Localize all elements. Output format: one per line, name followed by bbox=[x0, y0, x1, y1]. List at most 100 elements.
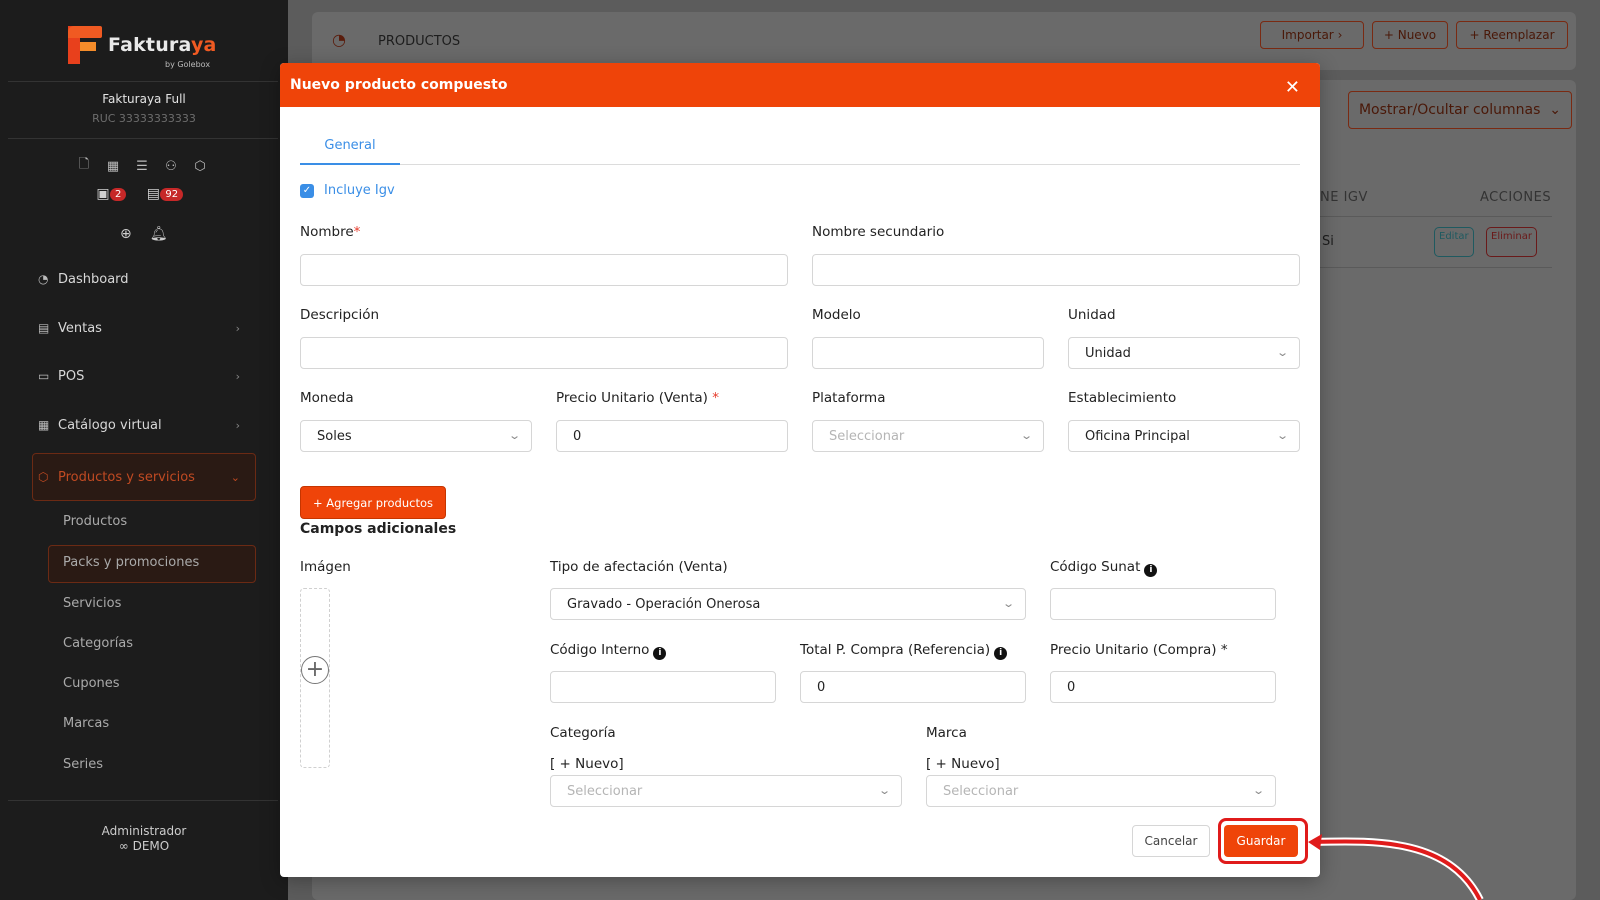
bell-icon[interactable]: 🔔︎ bbox=[150, 226, 168, 242]
sub-packs[interactable]: Packs y promociones bbox=[63, 555, 199, 570]
gauge-icon: ◔ bbox=[332, 30, 346, 49]
codigo-interno-label: Código Interno i bbox=[550, 642, 667, 660]
sub-marcas[interactable]: Marcas bbox=[63, 716, 109, 731]
chevron-down-icon: ⌄ bbox=[1251, 784, 1265, 797]
moneda-value: Soles bbox=[317, 428, 352, 444]
brand-sub: by Golebox bbox=[165, 60, 211, 69]
precio-compra-label: Precio Unitario (Compra) * bbox=[1050, 642, 1228, 658]
boxes-badge: 92 bbox=[160, 187, 184, 201]
categoria-select[interactable]: Seleccionar ⌄ bbox=[550, 775, 902, 807]
nav-label: Productos y servicios bbox=[58, 469, 195, 485]
boxes-alert[interactable]: ▤ 92 bbox=[144, 186, 184, 202]
sub-series[interactable]: Series bbox=[63, 757, 103, 772]
nav-productos-servicios[interactable]: ⬡ Productos y servicios ⌄ bbox=[38, 465, 248, 489]
nav-pos[interactable]: ▭ POS › bbox=[38, 364, 248, 388]
brand-logo[interactable]: Fakturaya bbox=[68, 26, 217, 64]
box-icon: ⬡ bbox=[38, 470, 49, 484]
gauge-icon: ◔ bbox=[38, 272, 49, 286]
precio-venta-input[interactable]: 0 bbox=[556, 420, 788, 452]
close-icon[interactable]: ✕ bbox=[1285, 79, 1300, 97]
sub-servicios[interactable]: Servicios bbox=[63, 596, 121, 611]
nav-catalogo[interactable]: ▦ Catálogo virtual › bbox=[38, 413, 248, 437]
chevron-down-icon: ⌄ bbox=[1275, 429, 1289, 442]
user-mode-label: DEMO bbox=[132, 839, 170, 853]
codigo-interno-input[interactable] bbox=[550, 671, 776, 703]
nombre-input[interactable] bbox=[300, 254, 788, 286]
includes-igv-checkbox[interactable]: ✓ Incluye Igv bbox=[300, 183, 395, 198]
store-icon[interactable]: ▦ bbox=[105, 158, 121, 174]
nav-dashboard[interactable]: ◔ Dashboard bbox=[38, 267, 248, 291]
tipo-afectacion-label: Tipo de afectación (Venta) bbox=[550, 559, 728, 575]
delete-button[interactable]: Eliminar bbox=[1486, 227, 1537, 257]
sub-cupones[interactable]: Cupones bbox=[63, 676, 120, 691]
chevron-right-icon: › bbox=[235, 418, 240, 432]
precio-compra-input[interactable]: 0 bbox=[1050, 671, 1276, 703]
page-title: PRODUCTOS bbox=[378, 34, 461, 49]
imagen-label: Imágen bbox=[300, 559, 351, 575]
info-icon[interactable]: i bbox=[653, 646, 667, 660]
marca-label: Marca bbox=[926, 725, 967, 741]
total-compra-label: Total P. Compra (Referencia) i bbox=[800, 642, 1008, 660]
checkmark-icon: ✓ bbox=[300, 183, 314, 198]
codigo-sunat-input[interactable] bbox=[1050, 588, 1276, 620]
chevron-down-icon: ⌄ bbox=[230, 470, 240, 484]
nombre-secundario-input[interactable] bbox=[812, 254, 1300, 286]
divider bbox=[8, 138, 278, 139]
cancel-button[interactable]: Cancelar bbox=[1132, 825, 1210, 857]
edit-button[interactable]: Editar bbox=[1434, 227, 1474, 257]
descripcion-label: Descripción bbox=[300, 307, 380, 323]
company-name: Fakturaya Full bbox=[102, 92, 186, 106]
nav-ventas[interactable]: ▤ Ventas › bbox=[38, 316, 248, 340]
divider bbox=[8, 800, 278, 801]
chevron-right-icon: › bbox=[235, 369, 240, 383]
list-icon[interactable]: ☰ bbox=[134, 158, 150, 174]
establecimiento-select[interactable]: Oficina Principal ⌄ bbox=[1068, 420, 1300, 452]
box-icon[interactable]: ⬡ bbox=[192, 158, 208, 174]
user-info[interactable]: Administrador ∞ DEMO bbox=[0, 824, 288, 854]
notification-badges: ▣ 2 ▤ 92 bbox=[94, 186, 184, 202]
calendar-alert[interactable]: ▣ 2 bbox=[94, 186, 127, 202]
categoria-new-link[interactable]: [ + Nuevo] bbox=[550, 756, 624, 772]
column-header-igv: NE IGV bbox=[1320, 190, 1368, 205]
plataforma-select[interactable]: Seleccionar ⌄ bbox=[812, 420, 1044, 452]
sub-productos[interactable]: Productos bbox=[63, 514, 127, 529]
toggle-columns-button[interactable]: Mostrar/Ocultar columnas ⌄ bbox=[1348, 91, 1572, 129]
modelo-input[interactable] bbox=[812, 337, 1044, 369]
company-ruc: RUC 33333333333 bbox=[92, 112, 196, 125]
divider bbox=[8, 81, 278, 82]
nombre-label: Nombre* bbox=[300, 224, 361, 240]
lock-icon[interactable]: ⊕ bbox=[120, 226, 132, 242]
chevron-down-icon: ⌄ bbox=[1275, 346, 1289, 359]
chevron-right-icon: › bbox=[235, 321, 240, 335]
moneda-label: Moneda bbox=[300, 390, 354, 406]
total-compra-input[interactable]: 0 bbox=[800, 671, 1026, 703]
tipo-afectacion-select[interactable]: Gravado - Operación Onerosa ⌄ bbox=[550, 588, 1026, 620]
info-icon[interactable]: i bbox=[1144, 563, 1158, 577]
sub-categorias[interactable]: Categorías bbox=[63, 636, 133, 651]
logo-mark-icon bbox=[68, 26, 102, 64]
marca-new-link[interactable]: [ + Nuevo] bbox=[926, 756, 1000, 772]
includes-igv-label: Incluye Igv bbox=[324, 183, 395, 198]
tab-general[interactable]: General bbox=[300, 135, 400, 165]
marca-placeholder: Seleccionar bbox=[943, 783, 1019, 799]
add-products-button[interactable]: + Agregar productos bbox=[300, 486, 446, 519]
annotation-arrow-icon bbox=[1308, 834, 1484, 900]
replace-button[interactable]: + Reemplazar bbox=[1456, 21, 1568, 49]
store-icon: ▦ bbox=[38, 418, 50, 432]
tipo-afectacion-value: Gravado - Operación Onerosa bbox=[567, 596, 761, 612]
plus-circle-icon[interactable]: + bbox=[301, 656, 329, 684]
users-icon[interactable]: ⚇ bbox=[163, 158, 179, 174]
marca-select[interactable]: Seleccionar ⌄ bbox=[926, 775, 1276, 807]
chevron-down-icon: ⌄ bbox=[1019, 429, 1033, 442]
document-icon[interactable]: 🗋 bbox=[76, 157, 92, 174]
receipt-icon: ▤ bbox=[38, 321, 50, 335]
info-icon[interactable]: i bbox=[994, 646, 1008, 660]
column-header-actions: ACCIONES bbox=[1480, 190, 1552, 205]
calendar-badge: 2 bbox=[110, 187, 127, 201]
import-button[interactable]: Importar › bbox=[1260, 21, 1364, 49]
unidad-select[interactable]: Unidad ⌄ bbox=[1068, 337, 1300, 369]
moneda-select[interactable]: Soles ⌄ bbox=[300, 420, 532, 452]
new-button[interactable]: + Nuevo bbox=[1372, 21, 1448, 49]
toggle-columns-label: Mostrar/Ocultar columnas bbox=[1358, 102, 1541, 118]
descripcion-input[interactable] bbox=[300, 337, 788, 369]
